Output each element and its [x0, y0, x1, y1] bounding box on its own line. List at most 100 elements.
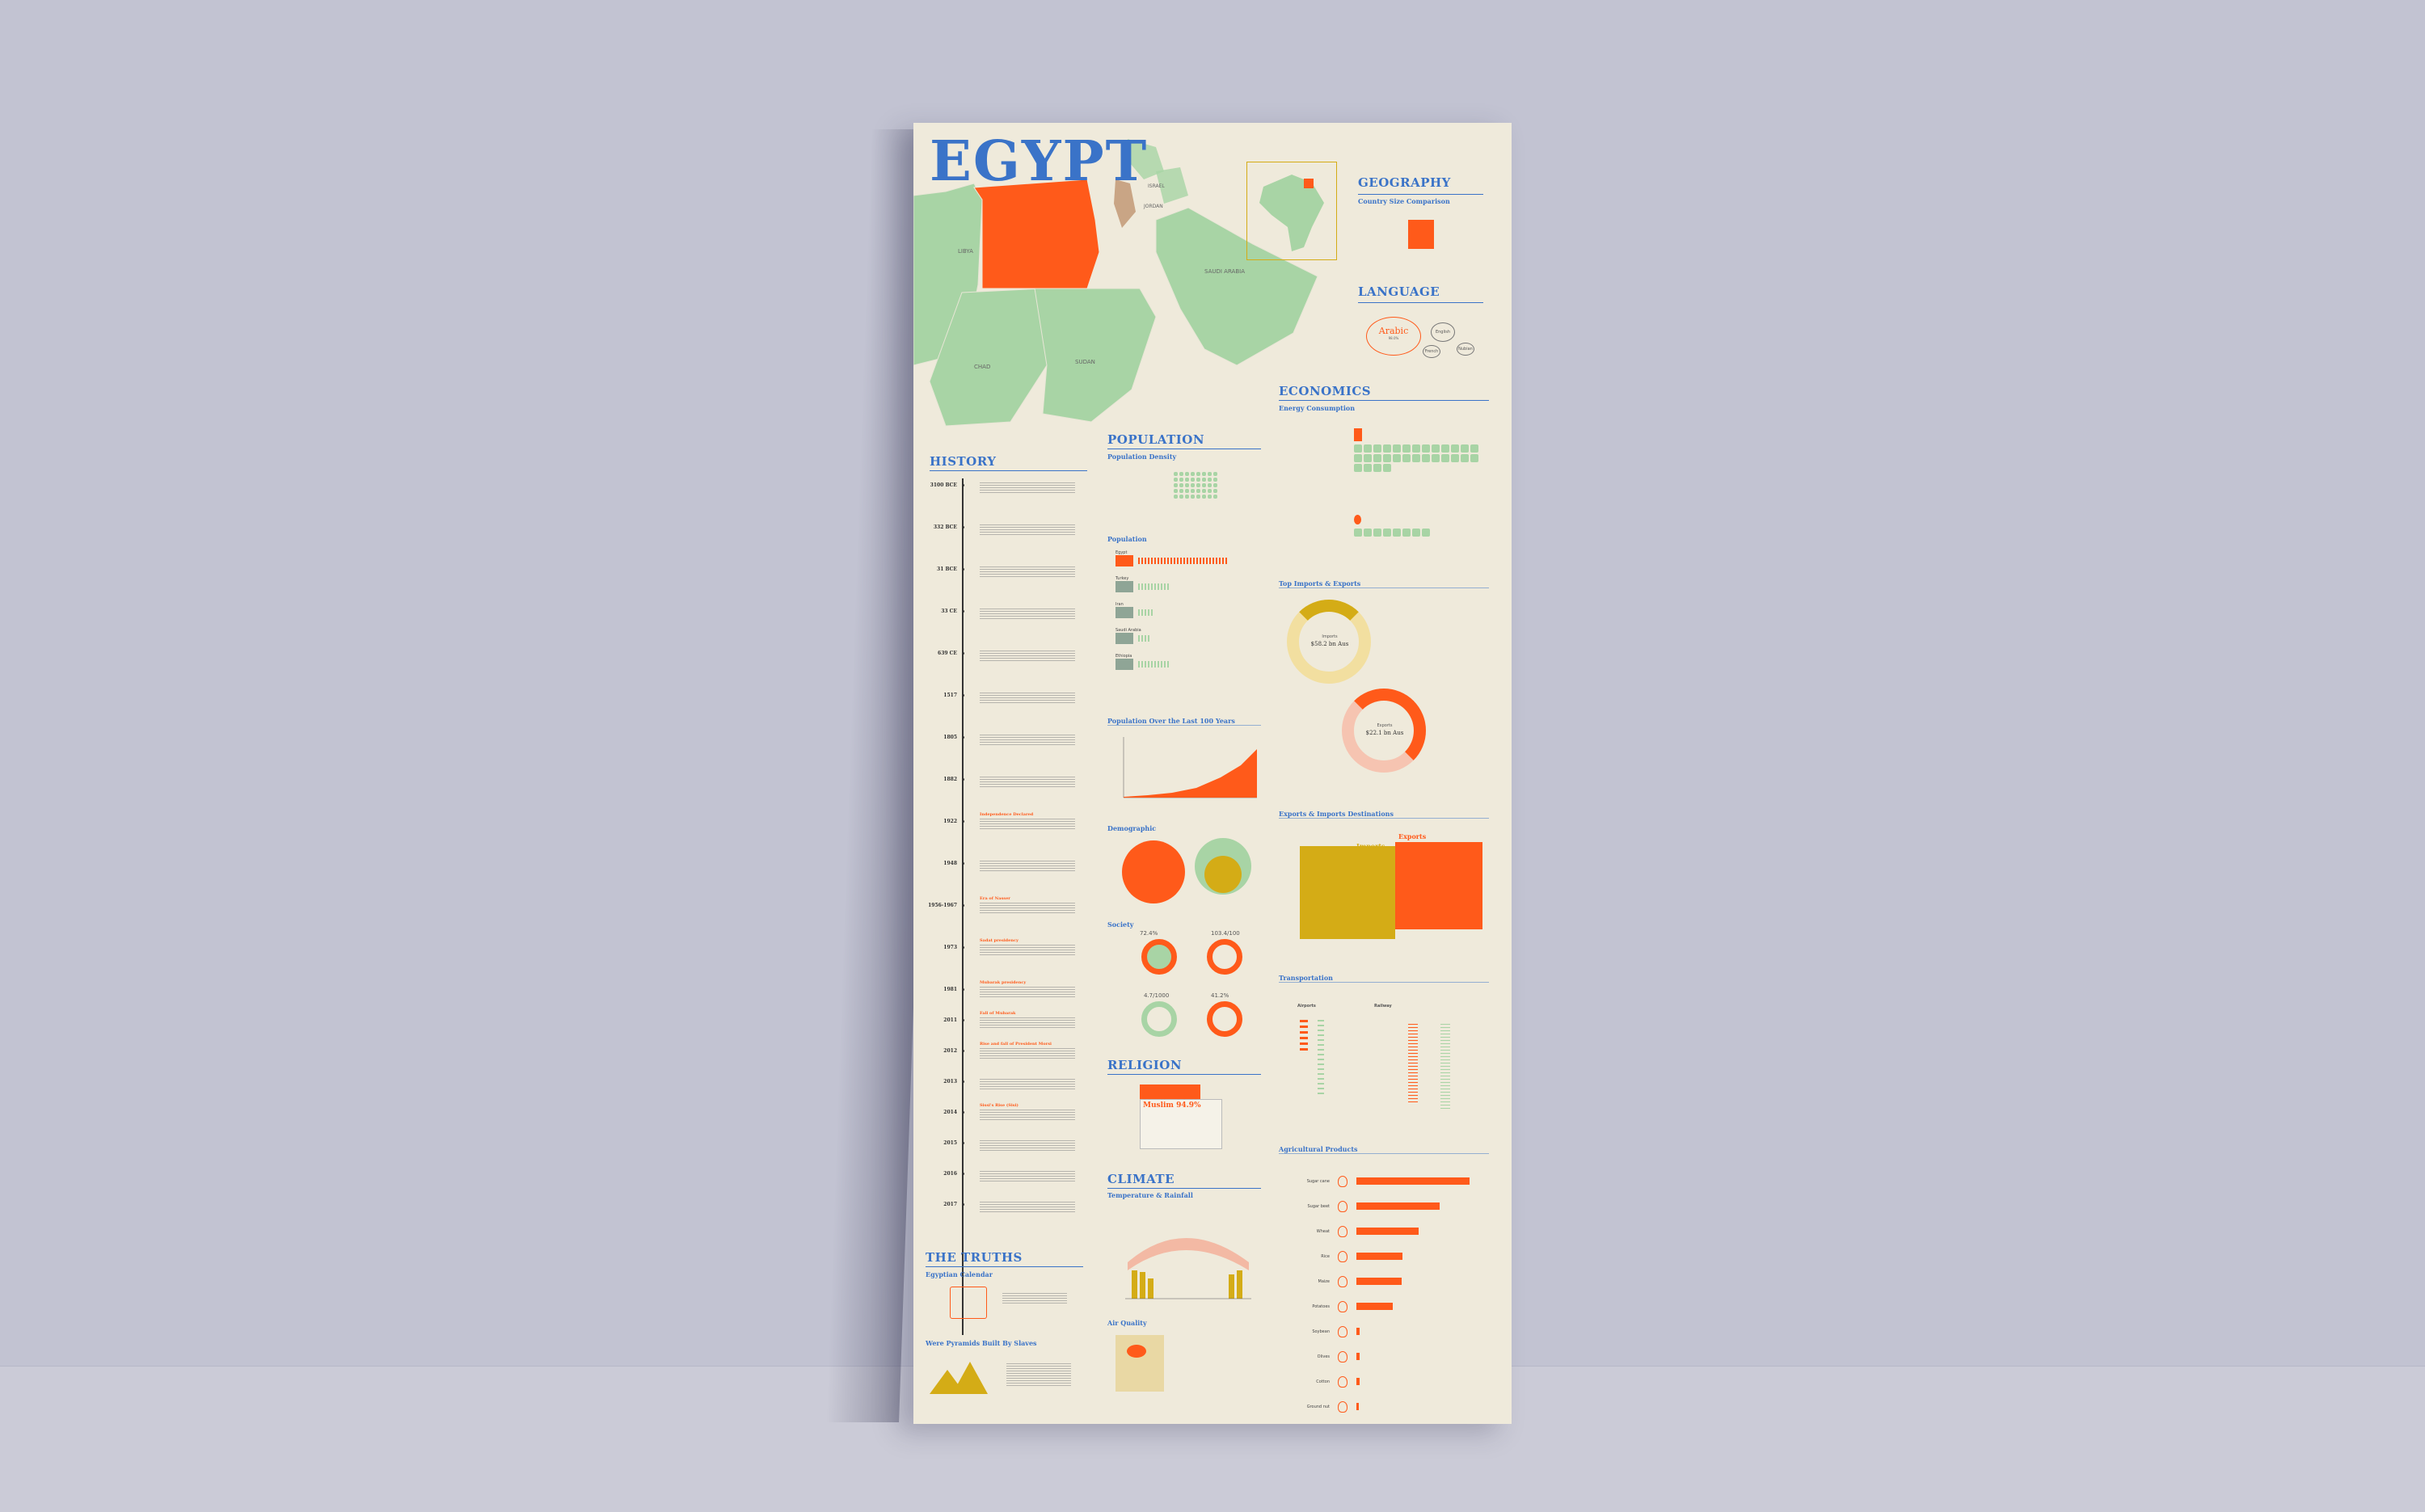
- society-infant-ring: [1141, 1001, 1177, 1037]
- icon-cell: [1185, 472, 1189, 476]
- crop-icon: [1338, 1276, 1347, 1287]
- demographic-title: Demographic: [1107, 824, 1157, 832]
- timeline-event-text: [980, 903, 1075, 914]
- timeline-dot: [961, 946, 964, 949]
- timeline-event-text: [980, 735, 1075, 746]
- agri-bar: [1356, 1353, 1360, 1360]
- icon-cell: [1179, 489, 1183, 493]
- icon-cell: [1393, 454, 1401, 462]
- timeline-dot: [961, 904, 964, 907]
- timeline-year: 2012: [943, 1048, 957, 1054]
- timeline-year: 2017: [943, 1202, 957, 1207]
- icon-cell: [1213, 478, 1217, 482]
- population-row-flag: [1116, 633, 1133, 644]
- icon-cell: [1208, 478, 1212, 482]
- timeline-event-label: Fall of Mubarak: [980, 1011, 1016, 1016]
- icon-cell: [1191, 495, 1195, 499]
- climate-chart: [1125, 1238, 1251, 1299]
- population-row-flag: [1116, 607, 1133, 618]
- language-bubble-english: English: [1431, 322, 1455, 342]
- religion-table: Muslim 94.9%: [1140, 1099, 1222, 1149]
- icon-cell: [1354, 529, 1362, 537]
- icon-cell: [1174, 489, 1178, 493]
- crop-icon: [1338, 1226, 1347, 1237]
- timeline-event-label: Era of Nasser: [980, 896, 1010, 901]
- icon-cell: [1451, 444, 1459, 453]
- icon-cell: [1373, 454, 1381, 462]
- icon-cell: [1191, 472, 1195, 476]
- icon-cell: [1412, 529, 1420, 537]
- exports-label: Exports: [1377, 723, 1393, 728]
- religion-heading: RELIGION: [1107, 1058, 1183, 1072]
- icon-cell: [1402, 444, 1411, 453]
- railway-label: Railway: [1374, 1004, 1392, 1009]
- timeline-dot: [961, 736, 964, 739]
- population-row-bar: [1138, 558, 1227, 564]
- agri-bar: [1356, 1328, 1360, 1335]
- icon-cell: [1174, 483, 1178, 487]
- destinations-title: Exports & Imports Destinations: [1279, 810, 1394, 818]
- airports-egypt-icons: [1300, 1020, 1308, 1052]
- icon-cell: [1354, 464, 1362, 472]
- population-row-bar: [1138, 635, 1150, 642]
- society-literacy: 72.4%: [1140, 930, 1158, 937]
- language-main: Arabic: [1378, 326, 1409, 336]
- icon-cell: [1208, 489, 1212, 493]
- map-label-israel: ISRAEL: [1148, 183, 1165, 189]
- icon-cell: [1202, 489, 1206, 493]
- crop-icon: [1338, 1401, 1347, 1413]
- timeline-event-label: Sadat presidency: [980, 938, 1018, 943]
- population-title: Population: [1107, 535, 1147, 543]
- icon-cell: [1213, 495, 1217, 499]
- timeline-year: 1973: [943, 945, 957, 950]
- truths-heading: THE TRUTHS: [926, 1250, 1023, 1265]
- icon-cell: [1373, 529, 1381, 537]
- icon-cell: [1432, 444, 1440, 453]
- population-area-chart: [1123, 737, 1257, 798]
- timeline-year: 332 BCE: [933, 524, 957, 530]
- dest-exports-label: Exports: [1398, 832, 1427, 840]
- timeline-dot: [961, 862, 964, 865]
- imports-value: $58.2 bn Aus: [1310, 641, 1349, 647]
- icon-cell: [1393, 444, 1401, 453]
- air-quality-map: [1116, 1335, 1164, 1392]
- icon-cell: [1364, 454, 1372, 462]
- climate-heading: CLIMATE: [1107, 1172, 1175, 1186]
- icon-cell: [1470, 444, 1478, 453]
- timeline-year: 2013: [943, 1079, 957, 1085]
- population-heading: POPULATION: [1107, 432, 1205, 447]
- egypt-size-shape: [1408, 220, 1434, 249]
- icon-cell: [1470, 454, 1478, 462]
- timeline-dot: [961, 988, 964, 991]
- population-density-title: Population Density: [1107, 453, 1177, 461]
- timeline-dot: [961, 610, 964, 613]
- railway-other-icons: [1440, 1024, 1450, 1109]
- agri-label: Cotton: [1316, 1379, 1330, 1384]
- icon-cell: [1191, 483, 1195, 487]
- icon-cell: [1213, 472, 1217, 476]
- icon-cell: [1422, 529, 1430, 537]
- icon-cell: [1179, 478, 1183, 482]
- economics-heading: ECONOMICS: [1279, 384, 1372, 398]
- icon-cell: [1461, 454, 1469, 462]
- crop-icon: [1338, 1201, 1347, 1212]
- map-label-jordan: JORDAN: [1144, 204, 1163, 209]
- icon-cell: [1174, 478, 1178, 482]
- timeline-event-text: [980, 1048, 1075, 1059]
- climate-subheading: Temperature & Rainfall: [1107, 1191, 1193, 1199]
- agri-label: Olives: [1317, 1354, 1330, 1359]
- timeline-year: 2016: [943, 1171, 957, 1177]
- icon-cell: [1364, 464, 1372, 472]
- language-bubble-french: French: [1423, 345, 1440, 358]
- map-label-sudan: SUDAN: [1075, 359, 1095, 365]
- icon-cell: [1373, 444, 1381, 453]
- crop-icon: [1338, 1351, 1347, 1362]
- icon-cell: [1373, 464, 1381, 472]
- timeline-dot: [961, 1080, 964, 1083]
- icon-cell: [1196, 483, 1200, 487]
- icon-cell: [1412, 454, 1420, 462]
- timeline-dot: [961, 1142, 964, 1144]
- agri-label: Ground nut: [1306, 1405, 1330, 1409]
- population-row-flag: [1116, 581, 1133, 592]
- society-literacy-ring: [1141, 939, 1177, 975]
